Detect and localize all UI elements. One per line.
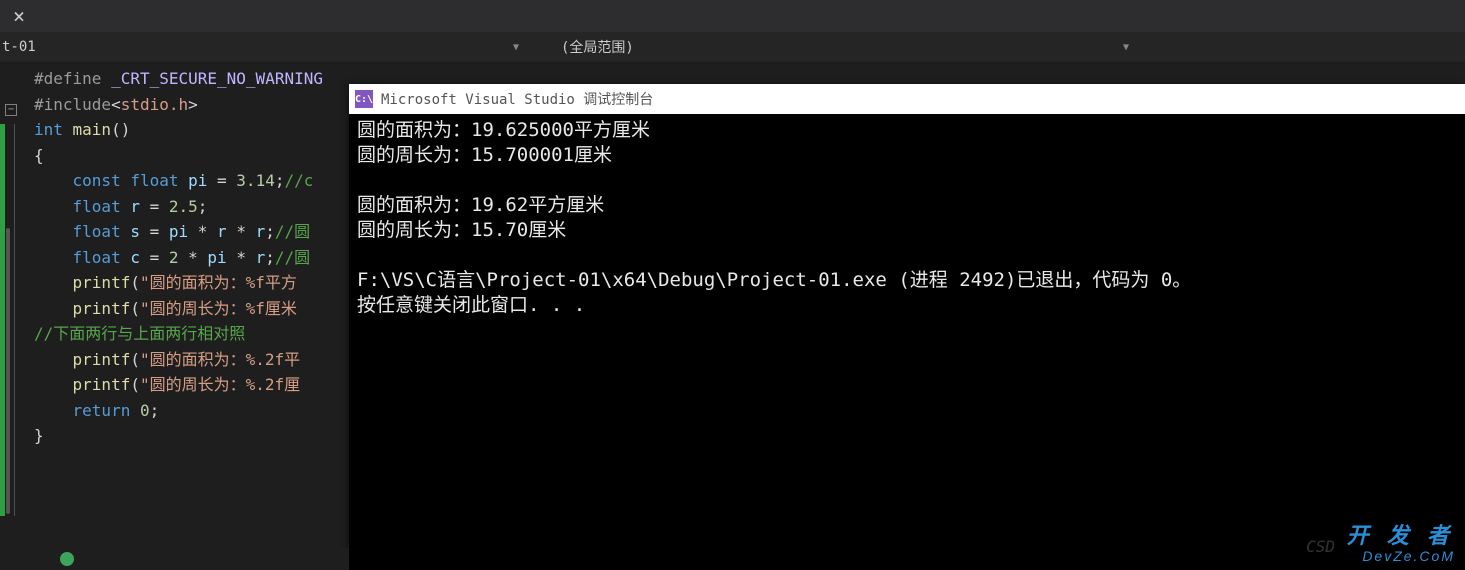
chevron-down-icon: ▼: [1123, 42, 1129, 53]
project-dropdown[interactable]: t-01 ▼: [0, 35, 525, 59]
chevron-down-icon: ▼: [513, 42, 519, 53]
scope-dropdown[interactable]: (全局范围) ▼: [533, 35, 1135, 59]
tab-close-button[interactable]: ×: [5, 4, 33, 28]
fold-guide-line: [14, 124, 15, 516]
tab-bar: ×: [0, 0, 1465, 32]
console-title-bar[interactable]: C:\ Microsoft Visual Studio 调试控制台: [349, 84, 1465, 114]
fold-toggle-icon[interactable]: −: [5, 104, 17, 116]
debug-console-window: C:\ Microsoft Visual Studio 调试控制台 圆的面积为：…: [349, 84, 1465, 570]
project-dropdown-label: t-01: [2, 39, 36, 55]
brace-scope-marker: [6, 228, 10, 514]
status-bar: [0, 548, 349, 570]
console-title-text: Microsoft Visual Studio 调试控制台: [381, 89, 653, 109]
console-app-icon: C:\: [355, 90, 373, 108]
change-indicator-bar: [0, 124, 5, 516]
scope-dropdown-label: (全局范围): [561, 37, 634, 57]
context-dropdown-row: t-01 ▼ (全局范围) ▼: [0, 32, 1465, 62]
status-indicator-icon: [60, 552, 74, 566]
csdn-watermark: CSD: [1306, 537, 1335, 556]
console-output[interactable]: 圆的面积为：19.625000平方厘米 圆的周长为：15.700001厘米 圆的…: [349, 114, 1465, 322]
